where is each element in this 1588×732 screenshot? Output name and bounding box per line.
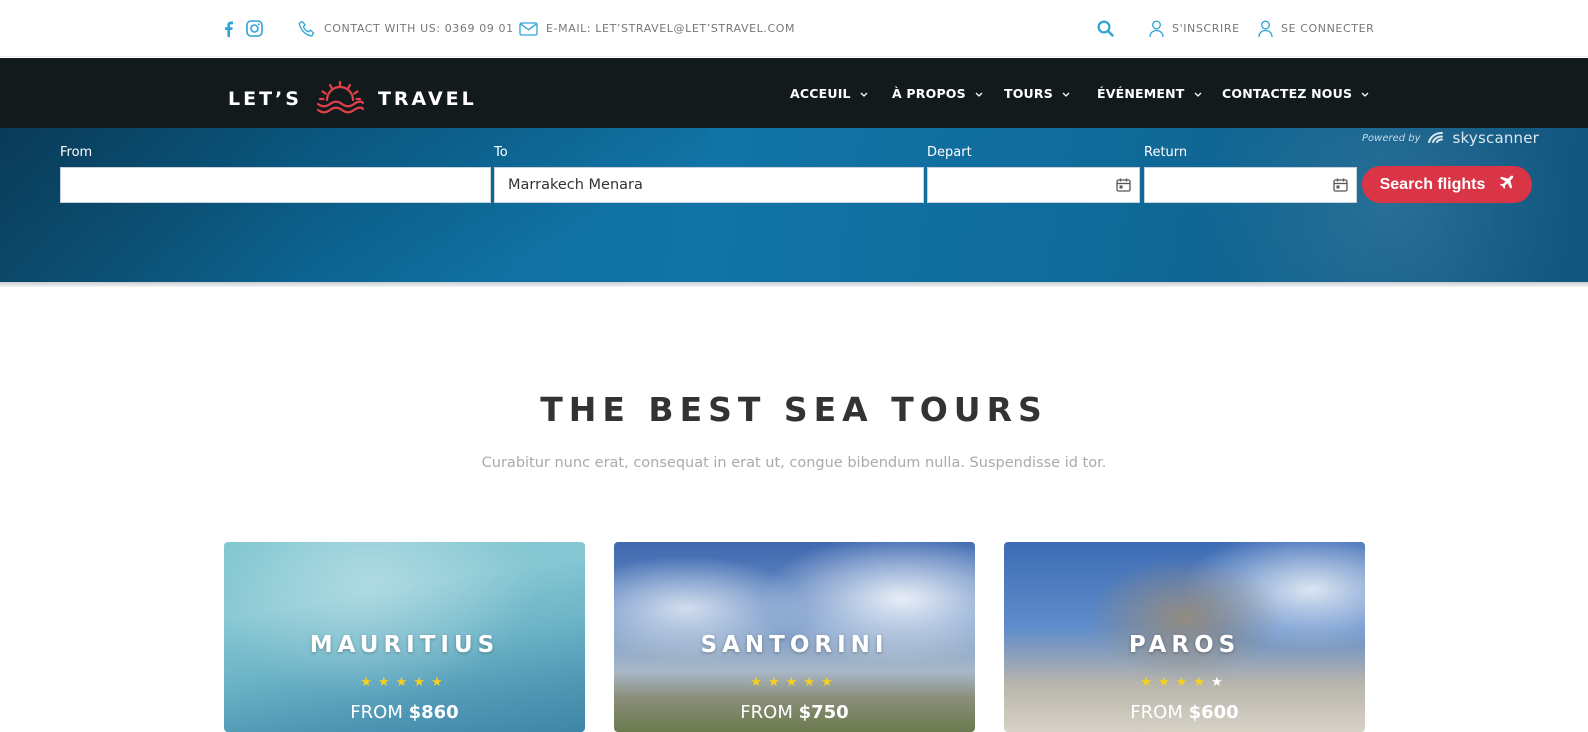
- contact-phone: CONTACT WITH US: 0369 09 01: [298, 0, 514, 57]
- search-icon: [1097, 20, 1114, 37]
- tour-name: PAROS: [1128, 632, 1241, 658]
- skyscanner-logo-icon: [1427, 131, 1449, 146]
- star-icon: ★: [395, 675, 414, 690]
- section-subtitle: Curabitur nunc erat, consequat in erat u…: [481, 455, 1107, 471]
- powered-by-badge: Powered by skyscanner: [1362, 129, 1539, 147]
- star-icon: ★: [768, 675, 786, 690]
- flight-search-banner: [0, 128, 1588, 285]
- price-value: $600: [1188, 702, 1239, 723]
- top-bar: CONTACT WITH US: 0369 09 01 E-MAIL: LET’…: [0, 0, 1588, 57]
- powered-by-text: Powered by: [1362, 132, 1421, 144]
- nav-item-contactez-nous[interactable]: CONTACTEZ NOUS: [1222, 58, 1369, 128]
- to-input[interactable]: Marrakech Menara: [494, 167, 924, 203]
- price-from-label: FROM: [350, 702, 403, 723]
- star-icon: ★: [1175, 675, 1194, 690]
- banner-shadow: [0, 282, 1588, 287]
- search-flights-button[interactable]: Search flights: [1362, 166, 1532, 203]
- depart-label: Depart: [927, 145, 972, 160]
- star-empty-icon: ★: [1210, 675, 1229, 690]
- sun-waves-icon: [314, 78, 366, 121]
- star-icon: ★: [413, 675, 431, 690]
- nav-item-acceuil[interactable]: ACCEUIL: [790, 58, 868, 128]
- mail-icon: [519, 21, 538, 36]
- contact-text: CONTACT WITH US: 0369 09 01: [324, 22, 514, 35]
- instagram-link[interactable]: [246, 0, 263, 57]
- signup-text: S'INSCRIRE: [1172, 22, 1240, 35]
- login-link[interactable]: SE CONNECTER: [1258, 0, 1374, 57]
- tour-price: FROM $750: [614, 702, 975, 723]
- calendar-icon[interactable]: [1333, 178, 1348, 196]
- nav-item-evenement[interactable]: ÉVÉNEMENT: [1097, 58, 1202, 128]
- to-label: To: [494, 145, 508, 160]
- nav-item-label: ACCEUIL: [790, 85, 851, 101]
- rating-stars: ★★★★★: [224, 675, 585, 690]
- tour-price: FROM $600: [1004, 702, 1365, 723]
- tour-price: FROM $860: [224, 702, 585, 723]
- user-icon: [1258, 20, 1273, 38]
- return-date-input[interactable]: [1144, 167, 1357, 203]
- nav-item-label: TOURS: [1004, 85, 1053, 101]
- star-icon: ★: [378, 675, 396, 690]
- chevron-down-icon: [860, 86, 868, 101]
- signup-link[interactable]: S'INSCRIRE: [1149, 0, 1240, 57]
- price-from-label: FROM: [1130, 702, 1183, 723]
- facebook-link[interactable]: [224, 0, 233, 57]
- calendar-icon[interactable]: [1116, 178, 1131, 196]
- nav-item-label: CONTACTEZ NOUS: [1222, 85, 1353, 101]
- nav-item-label: À PROPOS: [892, 85, 966, 101]
- nav-item-label: ÉVÉNEMENT: [1097, 85, 1185, 101]
- instagram-icon: [246, 20, 263, 37]
- tour-card-paros[interactable]: PAROS ★★★★★ FROM $600: [1004, 542, 1365, 732]
- star-icon: ★: [1193, 675, 1211, 690]
- to-value: Marrakech Menara: [508, 177, 643, 193]
- star-icon: ★: [1158, 675, 1176, 690]
- facebook-icon: [224, 21, 233, 37]
- airplane-icon: [1485, 175, 1514, 195]
- search-flights-label: Search flights: [1379, 175, 1486, 193]
- depart-date-input[interactable]: [927, 167, 1140, 203]
- tour-card-mauritius[interactable]: MAURITIUS ★★★★★ FROM $860: [224, 542, 585, 732]
- price-from-label: FROM: [740, 702, 793, 723]
- logo-text-right: TRAVEL: [377, 88, 477, 110]
- price-value: $860: [408, 702, 459, 723]
- star-icon: ★: [785, 675, 804, 690]
- user-icon: [1149, 20, 1164, 38]
- chevron-down-icon: [1062, 86, 1070, 101]
- return-label: Return: [1144, 145, 1188, 160]
- chevron-down-icon: [1361, 86, 1369, 101]
- star-icon: ★: [1140, 675, 1159, 690]
- price-value: $750: [798, 702, 849, 723]
- nav-item-a-propos[interactable]: À PROPOS: [892, 58, 983, 128]
- star-icon: ★: [750, 675, 769, 690]
- from-input[interactable]: [60, 167, 491, 203]
- search-toggle[interactable]: [1097, 0, 1114, 57]
- tour-card-santorini[interactable]: SANTORINI ★★★★★ FROM $750: [614, 542, 975, 732]
- star-icon: ★: [803, 675, 821, 690]
- rating-stars: ★★★★★: [614, 675, 975, 690]
- section-title: THE BEST SEA TOURS: [540, 390, 1048, 429]
- chevron-down-icon: [1194, 86, 1202, 101]
- star-icon: ★: [360, 675, 379, 690]
- tour-name: MAURITIUS: [309, 632, 500, 658]
- phone-icon: [298, 20, 316, 38]
- provider-name: skyscanner: [1452, 129, 1540, 147]
- login-text: SE CONNECTER: [1281, 22, 1375, 35]
- logo-text-left: LET’S: [228, 88, 302, 110]
- chevron-down-icon: [975, 86, 983, 101]
- nav-item-tours[interactable]: TOURS: [1004, 58, 1070, 128]
- star-icon: ★: [820, 675, 839, 690]
- email-link[interactable]: E-MAIL: LET’STRAVEL@LET’STRAVEL.COM: [519, 0, 795, 57]
- star-icon: ★: [430, 675, 449, 690]
- tour-name: SANTORINI: [700, 632, 889, 658]
- site-logo[interactable]: LET’S TRAVEL: [228, 80, 477, 118]
- email-text: E-MAIL: LET’STRAVEL@LET’STRAVEL.COM: [546, 22, 796, 35]
- rating-stars: ★★★★★: [1004, 675, 1365, 690]
- from-label: From: [60, 145, 93, 160]
